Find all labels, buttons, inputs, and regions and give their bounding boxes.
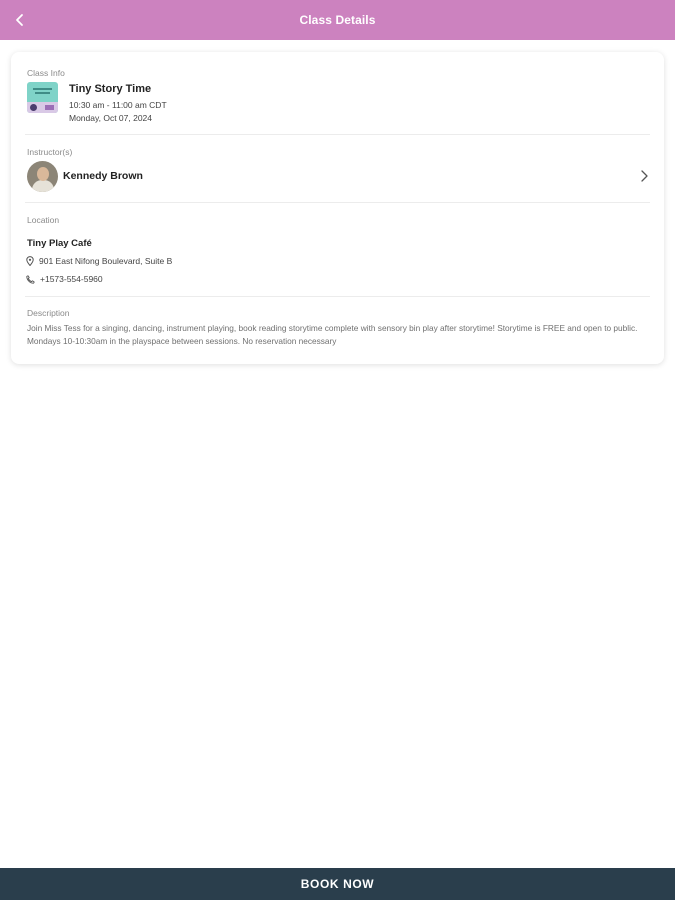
class-title: Tiny Story Time <box>69 83 152 95</box>
instructor-row[interactable]: Kennedy Brown <box>25 159 652 193</box>
instructor-name: Kennedy Brown <box>63 170 143 182</box>
divider <box>25 296 650 297</box>
instructor-avatar <box>27 161 58 192</box>
chevron-left-icon <box>16 14 23 26</box>
location-address: 901 East Nifong Boulevard, Suite B <box>39 256 173 266</box>
back-button[interactable] <box>6 6 34 34</box>
class-thumbnail <box>27 82 58 113</box>
class-info-label: Class Info <box>27 68 65 78</box>
divider <box>25 134 650 135</box>
class-details-card: Class Info Tiny Story Time 10:30 am - 11… <box>11 52 664 364</box>
class-time: 10:30 am - 11:00 am CDT <box>69 100 167 110</box>
book-now-label: BOOK NOW <box>300 877 375 891</box>
location-phone: +1573-554-5960 <box>40 274 103 284</box>
page-title: Class Details <box>299 13 376 27</box>
top-app-bar: Class Details <box>0 0 675 40</box>
location-name: Tiny Play Café <box>27 238 92 249</box>
map-pin-icon <box>26 256 34 266</box>
description-label: Description <box>27 308 70 318</box>
book-now-button[interactable]: BOOK NOW <box>0 868 675 900</box>
phone-row[interactable]: +1573-554-5960 <box>26 274 103 284</box>
description-text: Join Miss Tess for a singing, dancing, i… <box>27 323 638 346</box>
class-date: Monday, Oct 07, 2024 <box>69 113 153 123</box>
address-row: 901 East Nifong Boulevard, Suite B <box>26 256 172 266</box>
instructors-label: Instructor(s) <box>27 147 73 157</box>
divider <box>25 202 650 203</box>
class-details-screen: Class Details Class Info Tiny Story Time… <box>0 0 675 900</box>
phone-icon <box>26 274 35 284</box>
chevron-right-icon <box>641 170 648 182</box>
location-label: Location <box>27 215 60 225</box>
